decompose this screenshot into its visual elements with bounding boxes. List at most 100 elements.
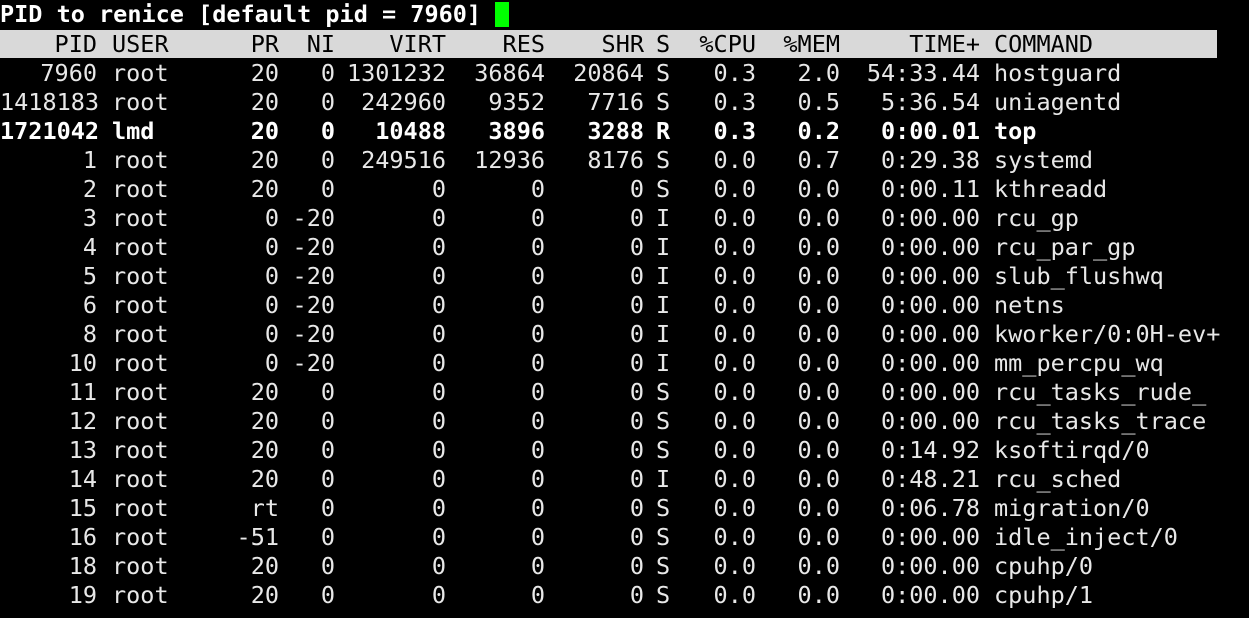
process-cpu: 0.3 <box>713 59 756 87</box>
process-virt: 0 <box>431 378 446 406</box>
process-mem: 0.0 <box>797 175 840 203</box>
process-virt: 0 <box>431 291 446 319</box>
process-priority: 0 <box>264 262 279 290</box>
process-shr: 0 <box>629 581 644 609</box>
process-res: 0 <box>530 581 545 609</box>
process-time: 0:00.00 <box>880 378 980 406</box>
process-res: 0 <box>530 552 545 580</box>
process-state: S <box>656 146 671 174</box>
process-nice: -20 <box>292 320 335 348</box>
header-shr: SHR <box>601 30 644 58</box>
process-priority: 20 <box>250 146 279 174</box>
header-mem: %MEM <box>783 30 840 58</box>
process-state: S <box>656 436 671 464</box>
process-shr: 0 <box>629 523 644 551</box>
process-state: S <box>656 378 671 406</box>
process-pid: 10 <box>68 349 97 377</box>
process-row[interactable]: 18 root 20 0 0 0 0 S 0.0 0.0 0:00.00 cpuhp/0 <box>0 552 1249 581</box>
process-virt: 0 <box>431 204 446 232</box>
process-shr: 0 <box>629 175 644 203</box>
process-row[interactable]: 10 root 0 -20 0 0 0 I 0.0 0.0 0:00.00 mm_percpu_wq <box>0 349 1249 378</box>
process-shr: 0 <box>629 204 644 232</box>
process-row[interactable]: 15 root rt 0 0 0 0 S 0.0 0.0 0:06.78 migration/0 <box>0 494 1249 523</box>
process-priority: 20 <box>250 552 279 580</box>
process-command: migration/0 <box>994 494 1150 522</box>
process-pid: 4 <box>82 233 97 261</box>
process-res: 0 <box>530 204 545 232</box>
header-time: TIME+ <box>909 30 980 58</box>
process-cpu: 0.0 <box>713 349 756 377</box>
process-time: 0:06.78 <box>880 494 980 522</box>
process-row[interactable]: 8 root 0 -20 0 0 0 I 0.0 0.0 0:00.00 kworker/0:0H-e… <box>0 320 1249 349</box>
process-virt: 0 <box>431 523 446 551</box>
process-time: 5:36.54 <box>880 88 980 116</box>
process-state: S <box>656 581 671 609</box>
process-row[interactable]: 16 root -51 0 0 0 0 S 0.0 0.0 0:00.00 idle_inject/0 <box>0 523 1249 552</box>
process-priority: 20 <box>250 117 279 145</box>
process-shr: 0 <box>629 552 644 580</box>
process-command: cpuhp/0 <box>994 552 1094 580</box>
process-nice: 0 <box>320 59 335 87</box>
process-priority: 0 <box>264 349 279 377</box>
process-cpu: 0.0 <box>713 146 756 174</box>
process-cpu: 0.0 <box>713 262 756 290</box>
process-command: rcu_par_gp <box>994 233 1136 261</box>
process-time: 0:00.00 <box>880 523 980 551</box>
process-row[interactable]: 11 root 20 0 0 0 0 S 0.0 0.0 0:00.00 rcu_tasks_rude… <box>0 378 1249 407</box>
process-priority: -51 <box>236 523 279 551</box>
process-virt: 242960 <box>361 88 446 116</box>
process-row[interactable]: 1 root 20 0 249516 12936 8176 S 0.0 0.7 0:29.38 sys… <box>0 146 1249 175</box>
renice-prompt[interactable]: PID to renice [default pid = 7960] <box>0 0 510 29</box>
process-row[interactable]: 13 root 20 0 0 0 0 S 0.0 0.0 0:14.92 ksoftirqd/0 <box>0 436 1249 465</box>
process-row[interactable]: 4 root 0 -20 0 0 0 I 0.0 0.0 0:00.00 rcu_par_gp <box>0 233 1249 262</box>
text-cursor[interactable] <box>495 2 510 27</box>
process-res: 0 <box>530 407 545 435</box>
process-mem: 0.0 <box>797 204 840 232</box>
process-nice: 0 <box>320 407 335 435</box>
process-res: 0 <box>530 320 545 348</box>
process-cpu: 0.0 <box>713 581 756 609</box>
process-cpu: 0.0 <box>713 175 756 203</box>
process-command: kthreadd <box>994 175 1108 203</box>
process-time: 0:00.00 <box>880 204 980 232</box>
header-res: RES <box>502 30 545 58</box>
process-priority: 20 <box>250 465 279 493</box>
process-nice: 0 <box>320 146 335 174</box>
process-row[interactable]: 14 root 20 0 0 0 0 I 0.0 0.0 0:48.21 rcu_sched <box>0 465 1249 494</box>
process-command: mm_percpu_wq <box>994 349 1164 377</box>
process-cpu: 0.0 <box>713 407 756 435</box>
process-row[interactable]: 6 root 0 -20 0 0 0 I 0.0 0.0 0:00.00 netns <box>0 291 1249 320</box>
process-command: uniagentd <box>994 88 1122 116</box>
process-virt: 0 <box>431 262 446 290</box>
process-res: 12936 <box>474 146 545 174</box>
process-res: 3896 <box>488 117 545 145</box>
process-row[interactable]: 5 root 0 -20 0 0 0 I 0.0 0.0 0:00.00 slub_flushwq <box>0 262 1249 291</box>
process-row[interactable]: 19 root 20 0 0 0 0 S 0.0 0.0 0:00.00 cpuhp/1 <box>0 581 1249 610</box>
process-shr: 0 <box>629 320 644 348</box>
process-row[interactable]: 1721042 lmd 20 0 10488 3896 3288 R 0.3 0.2 0:00.01… <box>0 117 1249 146</box>
process-time: 0:00.11 <box>880 175 980 203</box>
process-res: 36864 <box>474 59 545 87</box>
process-res: 0 <box>530 494 545 522</box>
process-mem: 0.0 <box>797 465 840 493</box>
header-pr: PR <box>250 30 279 58</box>
process-pid: 11 <box>68 378 97 406</box>
process-row[interactable]: 12 root 20 0 0 0 0 S 0.0 0.0 0:00.00 rcu_tasks_trac… <box>0 407 1249 436</box>
process-row[interactable]: 7960 root 20 0 1301232 36864 20864 S 0.3 2.0 54:33… <box>0 59 1249 88</box>
prompt-text: PID to renice [default pid = 7960] <box>0 0 482 28</box>
process-cpu: 0.0 <box>713 291 756 319</box>
process-pid: 7960 <box>40 59 97 87</box>
process-row[interactable]: 3 root 0 -20 0 0 0 I 0.0 0.0 0:00.00 rcu_gp <box>0 204 1249 233</box>
header-state: S <box>656 30 671 58</box>
process-mem: 0.0 <box>797 349 840 377</box>
process-shr: 0 <box>629 262 644 290</box>
process-row[interactable]: 2 root 20 0 0 0 0 S 0.0 0.0 0:00.11 kthreadd <box>0 175 1249 204</box>
process-command: rcu_tasks_rude_ <box>994 378 1207 406</box>
process-state: I <box>656 204 671 232</box>
process-mem: 0.7 <box>797 146 840 174</box>
process-virt: 0 <box>431 407 446 435</box>
process-row[interactable]: 1418183 root 20 0 242960 9352 7716 S 0.3 0.5 5:36.… <box>0 88 1249 117</box>
process-virt: 0 <box>431 552 446 580</box>
process-time: 0:00.00 <box>880 291 980 319</box>
process-shr: 0 <box>629 494 644 522</box>
